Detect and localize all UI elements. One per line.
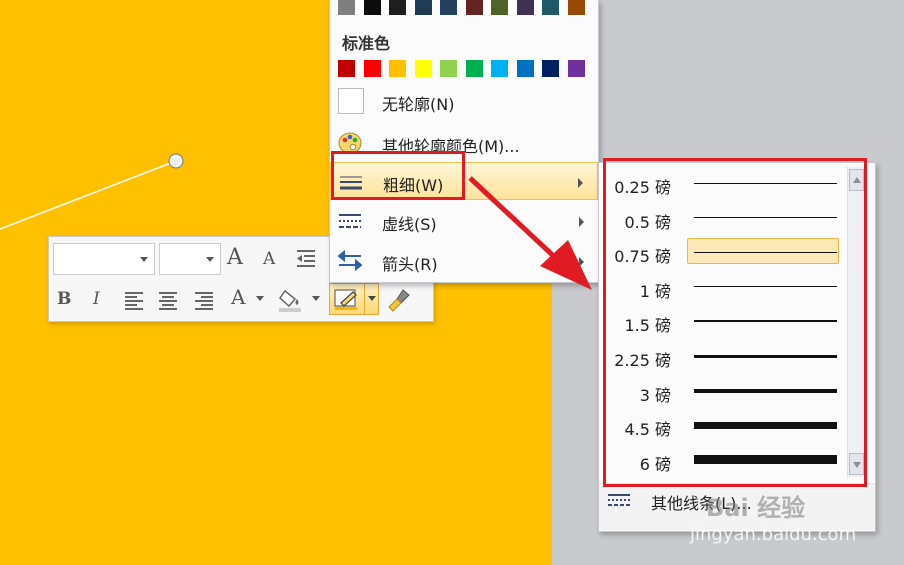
menu-item-no-outline[interactable]: 无轮廓(N) bbox=[330, 82, 598, 120]
submenu-arrow-icon bbox=[579, 217, 584, 227]
standard-color-swatch[interactable] bbox=[389, 60, 406, 77]
more-lines-icon bbox=[608, 494, 630, 506]
theme-color-swatch[interactable] bbox=[414, 0, 432, 15]
standard-color-swatch[interactable] bbox=[363, 60, 381, 77]
annotation-highlight-submenu bbox=[603, 158, 867, 487]
shape-outline-menu: 标准色 无轮廓(N) 其他轮廓颜色(M)... 粗细(W) 虚线(S) 箭头(R… bbox=[329, 0, 599, 283]
align-left-icon[interactable] bbox=[123, 289, 145, 311]
theme-color-swatch[interactable] bbox=[542, 0, 559, 15]
format-painter-icon[interactable] bbox=[387, 287, 413, 313]
line-end-handle bbox=[168, 153, 184, 169]
standard-color-swatch[interactable] bbox=[516, 60, 534, 77]
standard-color-swatch[interactable] bbox=[414, 60, 432, 77]
arrow-style-icon bbox=[338, 250, 362, 272]
standard-color-swatch[interactable] bbox=[338, 60, 355, 77]
pencil-icon bbox=[334, 289, 357, 310]
font-name-combo[interactable] bbox=[53, 243, 155, 275]
theme-color-swatch[interactable] bbox=[389, 0, 406, 15]
shape-fill-dropdown-icon[interactable] bbox=[311, 293, 321, 303]
italic-button[interactable]: I bbox=[93, 289, 100, 309]
menu-item-label: 箭头(R) bbox=[382, 255, 438, 274]
annotation-highlight-weight bbox=[331, 151, 465, 200]
theme-color-swatch[interactable] bbox=[440, 0, 457, 15]
standard-color-swatch[interactable] bbox=[491, 60, 508, 77]
shape-outline-button[interactable] bbox=[329, 283, 379, 315]
theme-color-swatch[interactable] bbox=[516, 0, 534, 15]
submenu-arrow-icon bbox=[579, 257, 584, 267]
bold-button[interactable]: B bbox=[57, 289, 71, 309]
theme-color-swatch[interactable] bbox=[491, 0, 508, 15]
theme-color-swatch[interactable] bbox=[338, 0, 355, 15]
menu-item-arrows[interactable]: 箭头(R) bbox=[330, 242, 598, 280]
menu-item-label: 无轮廓(N) bbox=[382, 95, 455, 114]
no-outline-icon bbox=[338, 88, 364, 114]
standard-color-swatch[interactable] bbox=[465, 60, 483, 77]
submenu-arrow-icon bbox=[578, 178, 583, 188]
shape-fill-icon[interactable] bbox=[277, 287, 305, 313]
watermark-url: jingyan.baidu.com bbox=[690, 524, 857, 545]
shape-outline-dropdown[interactable] bbox=[364, 284, 379, 314]
shrink-font-button[interactable]: A bbox=[263, 249, 275, 269]
theme-color-swatch[interactable] bbox=[465, 0, 483, 15]
standard-colors-title: 标准色 bbox=[342, 34, 391, 53]
chevron-down-icon bbox=[368, 296, 376, 301]
align-center-icon[interactable] bbox=[157, 289, 179, 311]
align-right-icon[interactable] bbox=[193, 289, 215, 311]
watermark-brand: Bai 经验 bbox=[706, 494, 806, 522]
menu-item-label: 虚线(S) bbox=[382, 215, 437, 234]
font-size-combo[interactable] bbox=[159, 243, 221, 275]
decrease-indent-icon[interactable] bbox=[295, 247, 317, 269]
dash-style-icon bbox=[339, 214, 361, 228]
menu-item-dashes[interactable]: 虚线(S) bbox=[330, 202, 598, 240]
font-color-dropdown-icon[interactable] bbox=[255, 293, 265, 303]
standard-color-swatch[interactable] bbox=[440, 60, 457, 77]
theme-color-swatch[interactable] bbox=[363, 0, 381, 15]
standard-color-swatch[interactable] bbox=[542, 60, 559, 77]
grow-font-button[interactable]: A bbox=[227, 245, 243, 270]
standard-color-swatch[interactable] bbox=[567, 60, 585, 77]
font-color-button[interactable]: A bbox=[231, 285, 245, 309]
theme-color-swatch[interactable] bbox=[567, 0, 585, 15]
